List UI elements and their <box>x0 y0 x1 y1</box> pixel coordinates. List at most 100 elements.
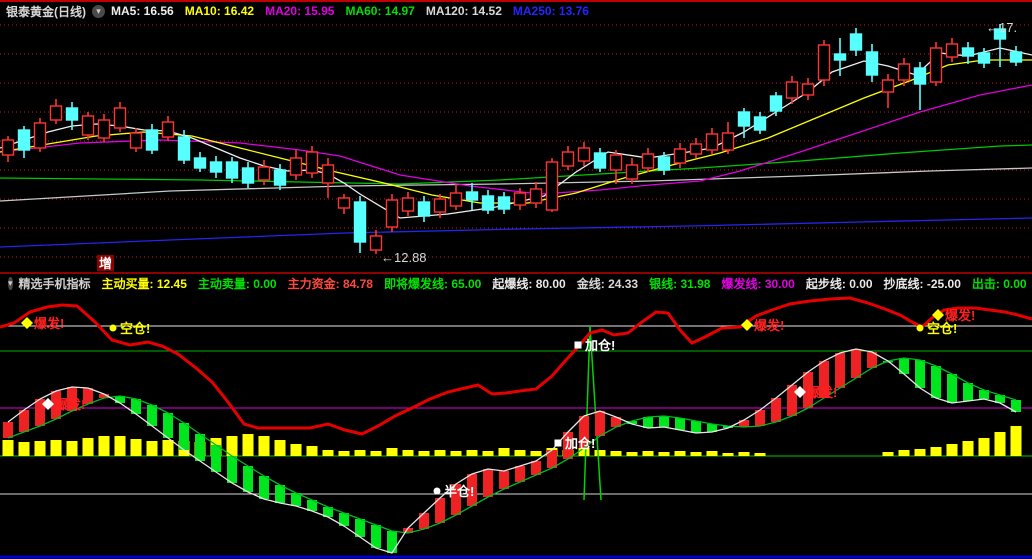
ma-item-1: MA10: 16.42 <box>184 4 255 18</box>
ribbon-bar-up <box>835 353 845 388</box>
trading-app-window: { "icons": { "chevron_down": "▾" }, "col… <box>0 0 1032 559</box>
yellow-bar <box>338 451 350 456</box>
indicator-item-8: 起步线: 0.00 <box>805 276 873 291</box>
square-icon <box>574 341 582 349</box>
candle-up <box>929 47 943 83</box>
chevron-down-icon[interactable]: ▾ <box>8 276 13 290</box>
fast-signal-line <box>7 348 1017 554</box>
yellow-bar <box>754 453 766 456</box>
ribbon-bar-down <box>659 416 669 427</box>
yellow-bar <box>450 451 462 456</box>
yellow-bars <box>2 426 1022 456</box>
candle-down <box>833 53 847 61</box>
candle-up <box>81 115 95 136</box>
candle-up <box>513 192 527 206</box>
candle-up <box>545 161 559 211</box>
yellow-bar <box>738 452 750 456</box>
indicator-item-7: 爆发线: 30.00 <box>721 276 795 291</box>
yellow-bar <box>130 439 142 456</box>
candle-up <box>785 81 799 99</box>
candle-up <box>305 151 319 174</box>
yellow-bar <box>114 436 126 456</box>
yellow-bar <box>82 438 94 456</box>
price-annotation-1: ←17. <box>986 20 1017 35</box>
candle-up <box>337 197 351 209</box>
ribbon-bar-down <box>195 434 205 461</box>
candle-up <box>449 192 463 207</box>
yellow-bar <box>498 448 510 456</box>
candle-up <box>625 164 639 180</box>
yellow-bar <box>434 450 446 456</box>
candle-down <box>417 201 431 217</box>
ribbon-bar-down <box>387 531 397 553</box>
dot-icon <box>433 487 441 495</box>
dot-icon <box>916 324 924 332</box>
yellow-bar <box>514 450 526 456</box>
ribbon-bar-up <box>771 398 781 422</box>
ribbon-bar-down <box>227 456 237 483</box>
ma-line-ma250 <box>0 217 1032 248</box>
price-annotation-0: ←12.88 <box>381 250 427 265</box>
ribbon-bar-up <box>787 385 797 416</box>
candle-down <box>913 67 927 85</box>
yellow-bar <box>978 438 990 456</box>
candle-down <box>241 167 255 184</box>
candle-down <box>177 136 191 161</box>
candlestick-chart[interactable]: 增 ←12.88 ←17. <box>0 20 1032 272</box>
yellow-bar <box>258 436 270 456</box>
yellow-bar <box>1010 426 1022 456</box>
yellow-bar <box>34 441 46 456</box>
yellow-bar <box>930 447 942 456</box>
candle-up <box>897 63 911 81</box>
ma-item-2: MA20: 15.95 <box>265 4 335 18</box>
yellow-bar <box>274 440 286 456</box>
ribbon-bar-down <box>179 423 189 450</box>
candle-up <box>609 154 623 171</box>
candle-up <box>49 105 63 121</box>
candle-up <box>369 235 383 251</box>
yellow-bar <box>50 440 62 456</box>
chevron-down-icon[interactable]: ▾ <box>92 4 105 18</box>
ma-line-ma60 <box>0 144 1032 185</box>
indicator-header: ▾ 精选手机指标 主动买量: 12.45 主动卖量: 0.00 主力资金: 84.7… <box>0 272 1032 292</box>
candle-up <box>33 122 47 149</box>
indicator-item-2: 主力资金: 84.78 <box>287 276 373 291</box>
candle-up <box>641 153 655 169</box>
candle-down <box>737 111 751 127</box>
indicator-item-3: 即将爆发线: 65.00 <box>383 276 482 291</box>
diamond-icon <box>21 317 33 329</box>
candle-down <box>353 201 367 243</box>
candle-down <box>497 196 511 210</box>
candle-up <box>97 119 111 139</box>
yellow-bar <box>722 453 734 456</box>
yellow-bar <box>242 434 254 456</box>
yellow-bar <box>642 451 654 456</box>
ribbon-bar-down <box>931 366 941 398</box>
yellow-bar <box>610 451 622 456</box>
yellow-bar <box>370 451 382 456</box>
ribbon-bar-down <box>947 374 957 403</box>
yellow-bar <box>2 440 14 456</box>
candle-down <box>17 129 31 151</box>
yellow-bar <box>626 452 638 456</box>
candle-down <box>465 191 479 201</box>
candle-down <box>753 116 767 131</box>
ribbon-bar-up <box>851 349 861 378</box>
ribbon-bar-up <box>3 422 13 438</box>
candle-up <box>561 151 575 167</box>
ma-item-5: MA250: 13.76 <box>512 4 589 18</box>
main-chart-header: 银泰黄金(日线) ▾ MA5: 16.56 MA10: 16.42 MA20: 15… <box>0 0 1032 20</box>
indicator-chart[interactable]: 爆发! 空仓!爆发!半仓!加仓!加仓!爆发!爆发!空仓!爆发! <box>0 292 1032 559</box>
candle-up <box>529 188 543 204</box>
yellow-bar <box>66 441 78 456</box>
ribbon-bar-down <box>211 445 221 472</box>
ribbon-bar-down <box>243 466 253 492</box>
candle-up <box>321 164 335 184</box>
ribbon-bar-down <box>675 418 685 430</box>
marker-text: 爆发! <box>55 397 85 412</box>
indicator-item-5: 金线: 24.33 <box>576 276 639 291</box>
indicator-item-0: 主动买量: 12.45 <box>101 276 187 291</box>
candle-down <box>1009 51 1023 63</box>
marker-text: 爆发! <box>34 316 64 331</box>
candle-up <box>673 148 687 164</box>
